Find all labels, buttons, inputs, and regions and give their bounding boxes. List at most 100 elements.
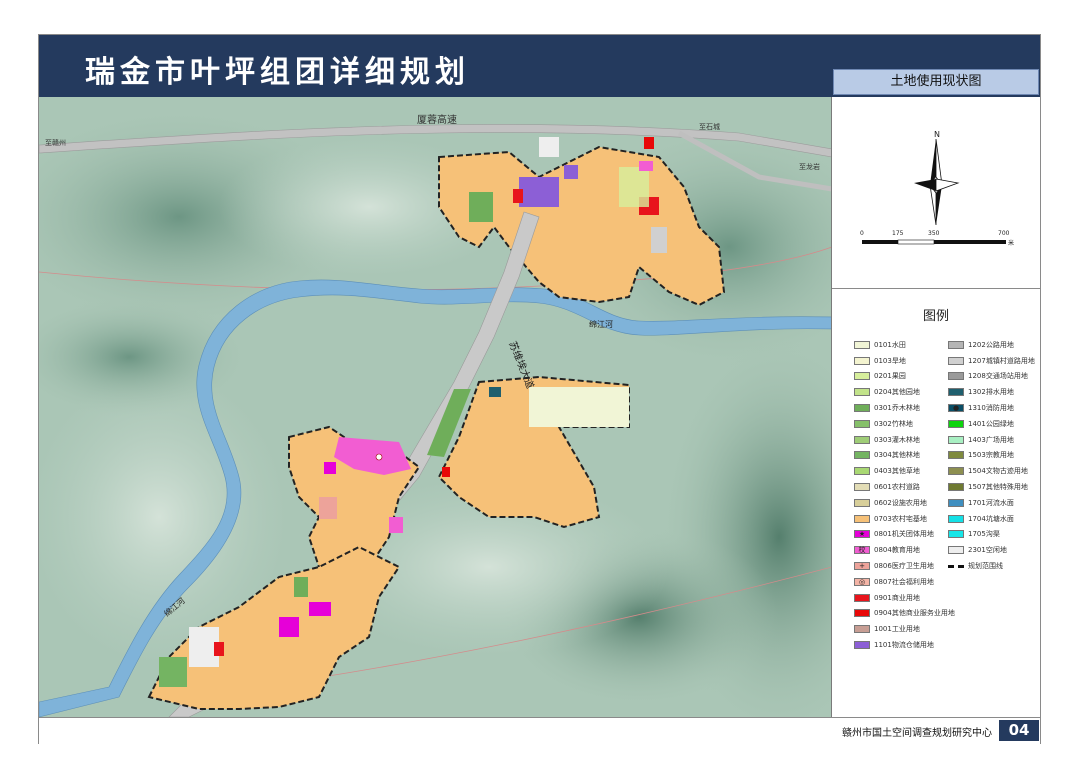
legend-swatch (854, 372, 870, 381)
legend-item: 1101物流仓储用地 (854, 637, 955, 653)
legend-item: +0806医疗卫生用地 (854, 558, 955, 574)
legend-label: 规划范围线 (968, 562, 1003, 571)
legend-swatch (854, 404, 870, 413)
legend-item: 0201果园 (854, 369, 955, 385)
medical-parcel (319, 497, 337, 519)
legend-swatch (854, 609, 870, 618)
legend-swatch (854, 356, 870, 365)
legend-swatch (948, 530, 964, 539)
legend-label: 0601农村道路 (874, 483, 920, 492)
map-sheet: 瑞金市叶坪组团详细规划 土地使用现状图 厦蓉高速 至赣州 至石城 至龙岩 苏维埃… (38, 34, 1041, 744)
legend-item: 规划范围线 (948, 558, 1035, 574)
footer-organization: 赣州市国土空间调查规划研究中心 (842, 728, 992, 739)
legend-label: 0303灌木林地 (874, 435, 920, 444)
legend-label: 0103旱地 (874, 356, 906, 365)
scale-segment (934, 240, 1006, 244)
legend-symbol-icon: + (859, 562, 865, 571)
legend-swatch: ● (948, 404, 964, 413)
north-arrow-icon (935, 178, 960, 192)
legend-item: 0403其他草地 (854, 463, 955, 479)
legend-label: 1310消防用地 (968, 404, 1014, 413)
legend-swatch (948, 483, 964, 492)
north-arrow-icon (929, 184, 937, 226)
legend-swatch (854, 483, 870, 492)
scale-segment (862, 240, 898, 244)
paddy-parcel (529, 387, 629, 427)
logistics-parcel (564, 165, 578, 179)
legend-swatch (948, 435, 964, 444)
footer-bar: 赣州市国土空间调查规划研究中心 04 (39, 717, 1040, 744)
legend-swatch (948, 514, 964, 523)
legend-label: 0807社会福利用地 (874, 577, 934, 586)
logistics-parcel (519, 177, 559, 207)
government-parcel (279, 617, 299, 637)
legend-label: 1101物流仓储用地 (874, 641, 934, 650)
legend-label: 0801机关团体用地 (874, 530, 934, 539)
legend-label: 1503宗教用地 (968, 451, 1014, 460)
legend-item: 1001工业用地 (854, 621, 955, 637)
legend-label: 1507其他特殊用地 (968, 483, 1028, 492)
legend-label: 0904其他商业服务业用地 (874, 609, 955, 618)
legend-item: 1208交通场站用地 (948, 369, 1035, 385)
legend-swatch (854, 435, 870, 444)
legend-swatch (948, 340, 964, 349)
road-parcel (651, 227, 667, 253)
river-label: 绵江河 (589, 319, 613, 329)
legend-item: 0303灌木林地 (854, 432, 955, 448)
legend-symbol-icon: ◎ (858, 577, 866, 586)
commercial-parcel (442, 467, 450, 477)
legend-item: 0602设施农用地 (854, 495, 955, 511)
vacant-parcel (539, 137, 559, 157)
legend-item: 0103旱地 (854, 353, 955, 369)
legend-swatch (948, 419, 964, 428)
legend-swatch (854, 467, 870, 476)
legend-item: ● 1310消防用地 (948, 400, 1035, 416)
north-arrow-panel: N 0 175 350 700 米 (832, 97, 1040, 289)
legend-item: 0901商业用地 (854, 590, 955, 606)
legend-swatch (948, 467, 964, 476)
legend-label: 1001工业用地 (874, 625, 920, 634)
boundary-line-swatch (948, 564, 964, 568)
legend-label: 0901商业用地 (874, 593, 920, 602)
legend-swatch (948, 546, 964, 555)
legend-swatch (854, 514, 870, 523)
legend-item: 1504文物古迹用地 (948, 463, 1035, 479)
north-arrow-svg: N 0 175 350 700 米 (860, 130, 1014, 247)
legend-swatch (854, 388, 870, 397)
to-shicheng-label: 至石城 (699, 123, 720, 131)
legend-label: 0804教育用地 (874, 546, 920, 555)
commercial-parcel (513, 189, 523, 203)
legend-column-right: 1202公路用地 1207城镇村道路用地 1208交通场站用地 1302排水用地 ● 13… (948, 337, 1035, 574)
legend-label: 1705沟渠 (968, 530, 1000, 539)
legend-item: 1207城镇村道路用地 (948, 353, 1035, 369)
legend-item: ◎ 0807社会福利用地 (854, 574, 955, 590)
legend-label: 1302排水用地 (968, 388, 1014, 397)
legend-symbol-icon: ● (952, 404, 960, 413)
expressway-label: 厦蓉高速 (417, 113, 457, 126)
header-bar: 瑞金市叶坪组团详细规划 土地使用现状图 (39, 35, 1040, 97)
legend-item: 1403广场用地 (948, 432, 1035, 448)
land-use-map: 厦蓉高速 至赣州 至石城 至龙岩 苏维埃大道 绵江河 绵江河 (39, 97, 831, 717)
to-ganzhou-label: 至赣州 (45, 138, 66, 147)
legend-swatch: ★ (854, 530, 870, 539)
map-view[interactable]: 厦蓉高速 至赣州 至石城 至龙岩 苏维埃大道 绵江河 绵江河 (39, 97, 832, 717)
legend-item: 1507其他特殊用地 (948, 479, 1035, 495)
commercial-parcel (214, 642, 224, 656)
education-icon (375, 453, 383, 461)
legend-item: 1503宗教用地 (948, 448, 1035, 464)
legend-item: 2301空闲地 (948, 542, 1035, 558)
north-arrow-icon (930, 139, 936, 185)
legend-item: 0101水田 (854, 337, 955, 353)
legend-swatch: ◎ (854, 577, 870, 586)
legend-label: 0201果园 (874, 372, 906, 381)
government-parcel (309, 602, 331, 616)
north-letter: N (934, 130, 940, 139)
page-title: 瑞金市叶坪组团详细规划 (85, 55, 470, 90)
page-number: 04 (999, 720, 1039, 741)
commercial-parcel (644, 137, 654, 149)
legend-item: 1701河流水面 (948, 495, 1035, 511)
map-subtitle: 土地使用现状图 (833, 69, 1039, 95)
scale-tick: 350 (928, 230, 940, 237)
legend-item: 0703农村宅基地 (854, 511, 955, 527)
legend-item: 校 0804教育用地 (854, 542, 955, 558)
